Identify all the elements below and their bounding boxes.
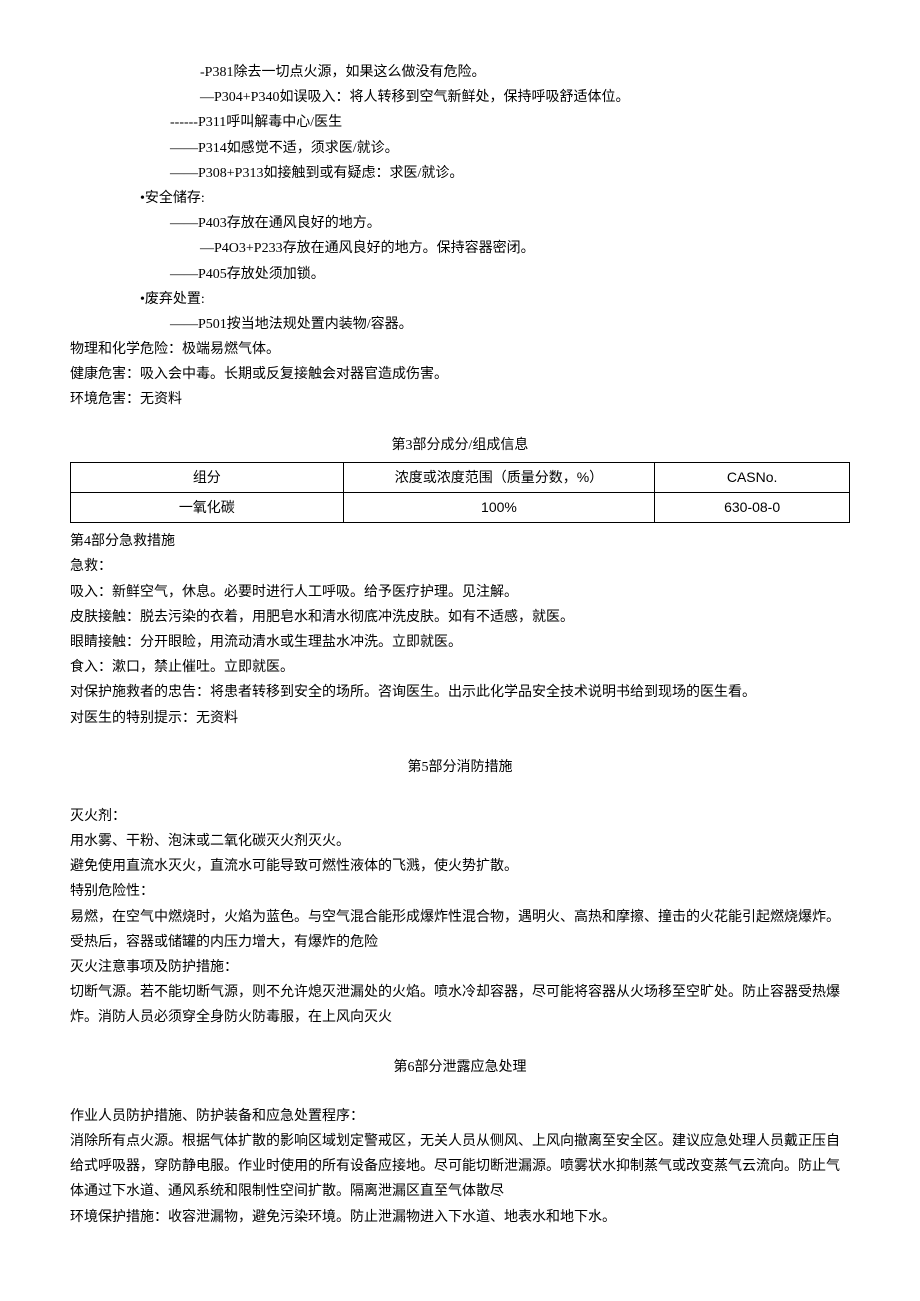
special-hazard-label: 特别危险性：: [70, 879, 850, 904]
disposal-header: •废弃处置:: [70, 287, 850, 312]
first-aid-inhalation: 吸入：新鲜空气，休息。必要时进行人工呼吸。给予医疗护理。见注解。: [70, 580, 850, 605]
personnel-label: 作业人员防护措施、防护装备和应急处置程序：: [70, 1104, 850, 1129]
first-aid-label: 急救：: [70, 554, 850, 579]
storage-header: •安全储存:: [70, 186, 850, 211]
precaution-p311: ------P311呼叫解毒中心/医生: [70, 110, 850, 135]
first-aid-ingestion: 食入：漱口，禁止催吐。立即就医。: [70, 655, 850, 680]
storage-p403: ——P403存放在通风良好的地方。: [70, 211, 850, 236]
storage-p403-233: —P4O3+P233存放在通风良好的地方。保持容器密闭。: [70, 236, 850, 261]
section5-title: 第5部分消防措施: [70, 755, 850, 780]
hazard-environment: 环境危害：无资料: [70, 387, 850, 412]
first-aid-doctor: 对医生的特别提示：无资料: [70, 706, 850, 731]
composition-table: 组分 浓度或浓度范围（质量分数，%） CASNo. 一氧化碳 100% 630-…: [70, 462, 850, 523]
first-aid-rescuer: 对保护施救者的忠告：将患者转移到安全的场所。咨询医生。出示此化学品安全技术说明书…: [70, 680, 850, 705]
extinguisher-label: 灭火剂：: [70, 804, 850, 829]
extinguisher-use: 用水雾、干粉、泡沫或二氧化碳灭火剂灭火。: [70, 829, 850, 854]
precaution-p308-313: ——P308+P313如接触到或有疑虑：求医/就诊。: [70, 161, 850, 186]
section3-title: 第3部分成分/组成信息: [70, 433, 850, 458]
th-concentration: 浓度或浓度范围（质量分数，%）: [343, 462, 655, 492]
precaution-p314: ——P314如感觉不适，须求医/就诊。: [70, 136, 850, 161]
td-component: 一氧化碳: [71, 493, 344, 523]
environment-protect: 环境保护措施：收容泄漏物，避免污染环境。防止泄漏物进入下水道、地表水和地下水。: [70, 1205, 850, 1230]
firefight: 切断气源。若不能切断气源，则不允许熄灭泄漏处的火焰。喷水冷却容器，尽可能将容器从…: [70, 980, 850, 1030]
extinguisher-avoid: 避免使用直流水灭火，直流水可能导致可燃性液体的飞溅，使火势扩散。: [70, 854, 850, 879]
precaution-p304-340: —P304+P340如误吸入：将人转移到空气新鲜处，保持呼吸舒适体位。: [70, 85, 850, 110]
precaution-p381: -P381除去一切点火源，如果这么做没有危险。: [70, 60, 850, 85]
firefight-label: 灭火注意事项及防护措施：: [70, 955, 850, 980]
section6-title: 第6部分泄露应急处理: [70, 1055, 850, 1080]
table-row: 一氧化碳 100% 630-08-0: [71, 493, 850, 523]
first-aid-eyes: 眼睛接触：分开眼睑，用流动清水或生理盐水冲洗。立即就医。: [70, 630, 850, 655]
td-concentration: 100%: [343, 493, 655, 523]
disposal-p501: ——P501按当地法规处置内装物/容器。: [70, 312, 850, 337]
personnel: 消除所有点火源。根据气体扩散的影响区域划定警戒区，无关人员从侧风、上风向撤离至安…: [70, 1129, 850, 1205]
th-cas: CASNo.: [655, 462, 850, 492]
hazard-health: 健康危害：吸入会中毒。长期或反复接触会对器官造成伤害。: [70, 362, 850, 387]
storage-p405: ——P405存放处须加锁。: [70, 262, 850, 287]
first-aid-skin: 皮肤接触：脱去污染的衣着，用肥皂水和清水彻底冲洗皮肤。如有不适感，就医。: [70, 605, 850, 630]
td-cas: 630-08-0: [655, 493, 850, 523]
special-hazard: 易燃，在空气中燃烧时，火焰为蓝色。与空气混合能形成爆炸性混合物，遇明火、高热和摩…: [70, 905, 850, 955]
section4-title: 第4部分急救措施: [70, 529, 850, 554]
hazard-physical: 物理和化学危险：极端易燃气体。: [70, 337, 850, 362]
th-component: 组分: [71, 462, 344, 492]
table-header-row: 组分 浓度或浓度范围（质量分数，%） CASNo.: [71, 462, 850, 492]
